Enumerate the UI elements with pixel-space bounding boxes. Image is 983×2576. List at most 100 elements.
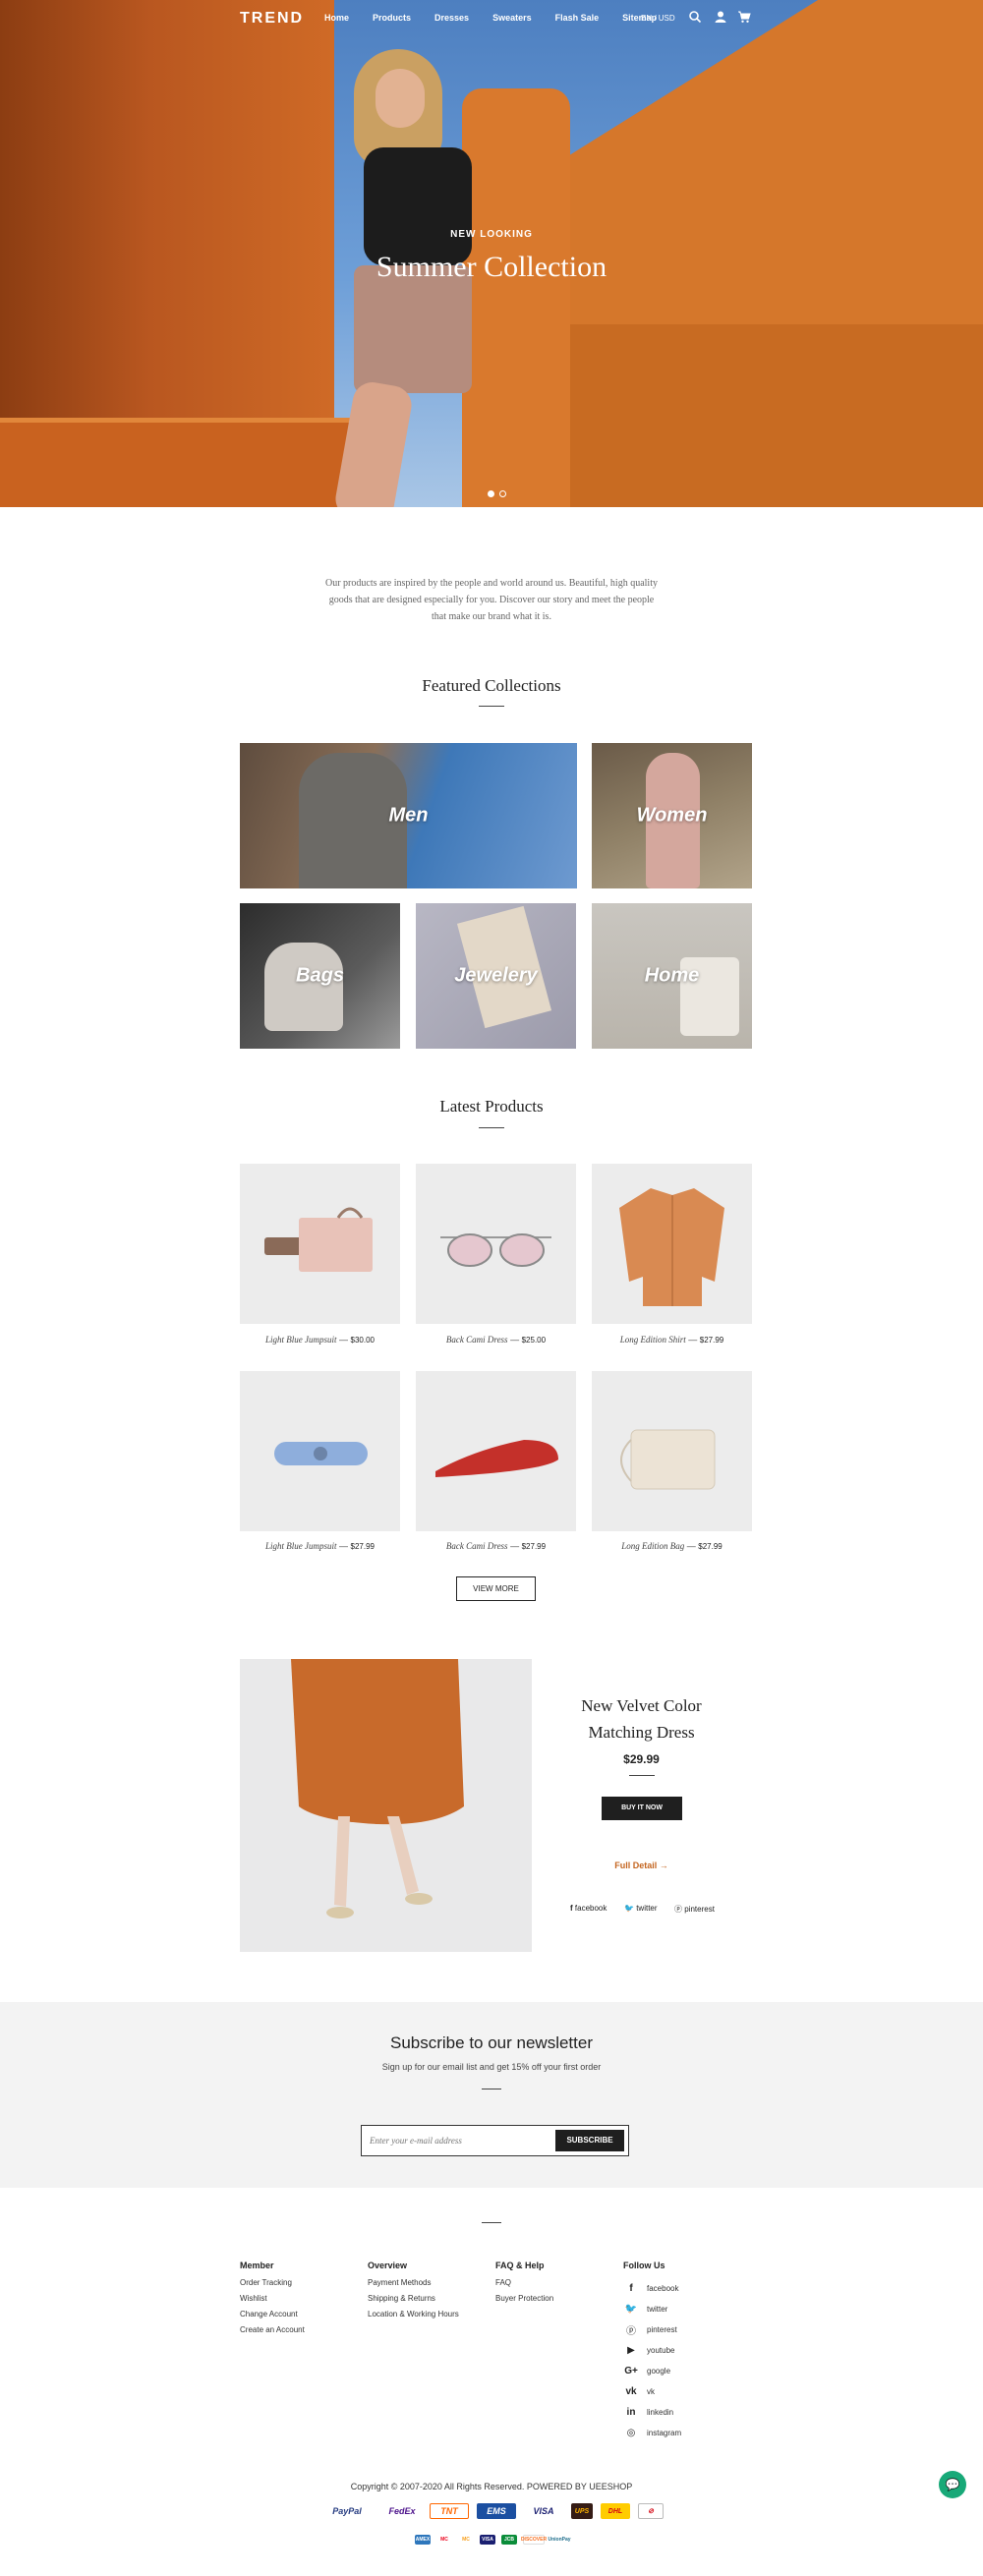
- dhl-logo: DHL: [601, 2503, 630, 2519]
- maestro-logo: MC: [458, 2535, 474, 2545]
- product-name[interactable]: Long Edition Shirt: [620, 1335, 686, 1345]
- view-more-button[interactable]: VIEW MORE: [456, 1576, 536, 1601]
- search-icon[interactable]: [688, 10, 702, 24]
- footer-link[interactable]: Change Account: [240, 2310, 305, 2325]
- main-menu: Home Products Dresses Sweaters Flash Sal…: [324, 13, 657, 23]
- visa-logo: VISA: [533, 2506, 554, 2516]
- footer-link[interactable]: Order Tracking: [240, 2278, 305, 2294]
- facebook-icon: f: [629, 2283, 633, 2294]
- menu-item-flash-sale[interactable]: Flash Sale: [555, 13, 600, 23]
- social-vk[interactable]: vk vk: [623, 2381, 681, 2402]
- newsletter-title: Subscribe to our newsletter: [390, 2033, 593, 2052]
- share-twitter[interactable]: 🐦 twitter: [624, 1904, 658, 1913]
- youtube-icon: ▶: [627, 2345, 635, 2356]
- product-bag-cream: [620, 1429, 716, 1490]
- hero-banner[interactable]: TREND Home Products Dresses Sweaters Fla…: [0, 0, 983, 507]
- collection-label: Jewelery: [454, 964, 538, 987]
- tnt-logo: TNT: [430, 2503, 469, 2519]
- newsletter-subtitle: Sign up for our email list and get 15% o…: [381, 2062, 602, 2072]
- discover-logo: DISCOVER: [520, 2535, 548, 2545]
- copyright-text: Copyright © 2007-2020 All Rights Reserve…: [350, 2482, 633, 2491]
- language-currency-switcher[interactable]: EN / USD: [641, 14, 675, 23]
- collection-label: Men: [388, 804, 429, 827]
- top-nav: TREND Home Products Dresses Sweaters Fla…: [0, 0, 983, 35]
- product-price: $27.99: [521, 1542, 547, 1551]
- product-price: $27.99: [350, 1542, 375, 1551]
- menu-item-home[interactable]: Home: [324, 13, 349, 23]
- footer-link[interactable]: Wishlist: [240, 2294, 305, 2310]
- menu-item-products[interactable]: Products: [373, 13, 411, 23]
- product-caption: Back Cami Dress — $27.99: [445, 1541, 547, 1551]
- section-divider: [479, 706, 504, 707]
- feature-product-image[interactable]: [240, 1659, 532, 1952]
- product-name[interactable]: Long Edition Bag: [621, 1541, 684, 1551]
- user-icon[interactable]: [714, 10, 727, 24]
- section-divider: [479, 1127, 504, 1128]
- product-image-5[interactable]: [416, 1371, 576, 1531]
- feature-product-title: New Velvet Color Matching Dress: [581, 1696, 702, 1742]
- product-image-4[interactable]: [240, 1371, 400, 1531]
- footer-link[interactable]: Shipping & Returns: [368, 2294, 459, 2310]
- social-linkedin[interactable]: in linkedin: [623, 2402, 681, 2423]
- chat-icon: 💬: [945, 2478, 960, 2491]
- slider-dots: [488, 490, 506, 497]
- google-plus-icon: G+: [624, 2366, 638, 2376]
- twitter-icon: 🐦: [624, 1904, 634, 1913]
- card-logos: AMEX MC MC VISA JCB DISCOVER UnionPay: [0, 2535, 983, 2545]
- product-image-6[interactable]: [592, 1371, 752, 1531]
- product-name[interactable]: Back Cami Dress: [446, 1335, 508, 1345]
- social-pinterest[interactable]: ⓟ pinterest: [623, 2319, 681, 2340]
- slider-dot-2[interactable]: [499, 490, 506, 497]
- subscribe-button[interactable]: SUBSCRIBE: [555, 2130, 624, 2151]
- menu-item-sweaters[interactable]: Sweaters: [492, 13, 532, 23]
- footer-link[interactable]: Location & Working Hours: [368, 2310, 459, 2325]
- cart-icon[interactable]: [737, 10, 751, 24]
- footer-link[interactable]: Create an Account: [240, 2325, 305, 2341]
- product-image-1[interactable]: [240, 1164, 400, 1324]
- social-instagram[interactable]: ◎ instagram: [623, 2423, 682, 2443]
- pinterest-icon: ⓟ: [674, 1905, 682, 1914]
- collection-label: Women: [636, 804, 708, 827]
- paypal-logo: PayPal: [332, 2506, 362, 2516]
- logo[interactable]: TREND: [240, 10, 304, 28]
- product-image-2[interactable]: [416, 1164, 576, 1324]
- full-detail-link[interactable]: Full Detail →: [550, 1860, 732, 1870]
- footer-column-title: Follow Us: [623, 2261, 665, 2270]
- footer-column-title: FAQ & Help: [495, 2261, 545, 2270]
- product-name[interactable]: Light Blue Jumpsuit: [265, 1541, 337, 1551]
- footer-link[interactable]: FAQ: [495, 2278, 553, 2294]
- collection-bags[interactable]: Bags: [240, 903, 400, 1049]
- social-youtube[interactable]: ▶ youtube: [623, 2340, 681, 2361]
- product-name[interactable]: Back Cami Dress: [446, 1541, 508, 1551]
- hero-title: Summer Collection: [376, 251, 607, 283]
- product-caption: Light Blue Jumpsuit — $27.99: [265, 1541, 375, 1551]
- footer-link[interactable]: Payment Methods: [368, 2278, 459, 2294]
- slider-dot-1[interactable]: [488, 490, 494, 497]
- menu-item-dresses[interactable]: Dresses: [434, 13, 469, 23]
- vk-icon: vk: [625, 2386, 637, 2397]
- collection-jewelery[interactable]: Jewelery: [416, 903, 576, 1049]
- pinterest-icon: ⓟ: [626, 2326, 636, 2337]
- email-field[interactable]: [370, 2132, 547, 2149]
- social-facebook[interactable]: f facebook: [623, 2278, 681, 2299]
- share-facebook[interactable]: f facebook: [570, 1904, 607, 1913]
- collection-women[interactable]: Women: [592, 743, 752, 888]
- product-image-3[interactable]: [592, 1164, 752, 1324]
- footer-link[interactable]: Buyer Protection: [495, 2294, 553, 2310]
- share-pinterest[interactable]: ⓟ pinterest: [674, 1904, 715, 1915]
- footer-column-title: Member: [240, 2261, 274, 2270]
- feature-dress-visual: [291, 1659, 464, 1918]
- product-name[interactable]: Light Blue Jumpsuit: [265, 1335, 337, 1345]
- chat-button[interactable]: 💬: [939, 2471, 966, 2498]
- jcb-logo: JCB: [501, 2535, 517, 2545]
- product-bag-pink: [264, 1207, 373, 1272]
- section-divider: [482, 2222, 501, 2223]
- social-google[interactable]: G+ google: [623, 2361, 681, 2381]
- social-twitter[interactable]: 🐦 twitter: [623, 2299, 681, 2319]
- fedex-logo: FedEx: [388, 2506, 416, 2516]
- collection-men[interactable]: Men: [240, 743, 577, 888]
- newsletter-section: [0, 2002, 983, 2188]
- buy-it-now-button[interactable]: BUY IT NOW: [602, 1797, 682, 1820]
- collection-home[interactable]: Home: [592, 903, 752, 1049]
- product-price: $30.00: [350, 1336, 375, 1345]
